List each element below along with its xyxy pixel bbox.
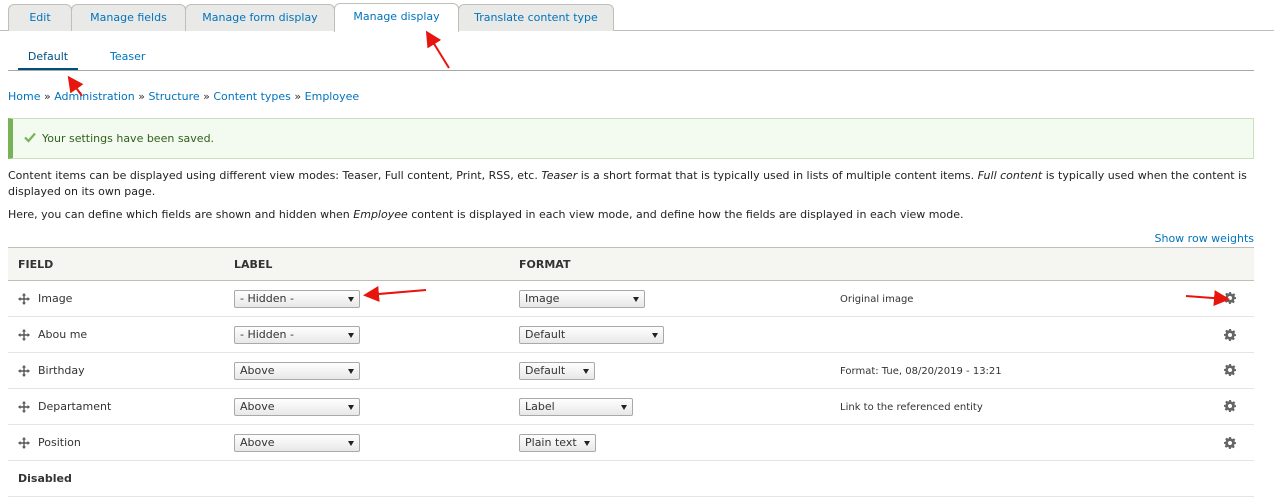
tab-manage-display[interactable]: Manage display (334, 3, 459, 32)
tab-manage-form-display[interactable]: Manage form display (185, 4, 335, 31)
breadcrumb-content-types[interactable]: Content types (213, 90, 291, 103)
breadcrumb: Home » Administration » Structure » Cont… (8, 90, 359, 103)
table-row: Position Above Plain text (8, 424, 1254, 461)
field-cell: Abou me (8, 316, 224, 353)
field-cell: Position (8, 424, 224, 461)
table-header-row: Field Label Format (8, 247, 1254, 281)
gear-icon[interactable] (1224, 364, 1236, 376)
format-summary: Format: Tue, 08/20/2019 - 13:21 (840, 366, 1002, 377)
table-row: Birthday Above Default Format: Tue, 08/2… (8, 352, 1254, 389)
move-cross-icon[interactable] (18, 293, 30, 305)
gear-icon[interactable] (1224, 292, 1236, 304)
format-cell: Plain text (509, 424, 830, 461)
label-select[interactable]: Above (234, 397, 360, 416)
header-field: Field (8, 247, 224, 281)
header-format: Format (509, 247, 830, 281)
secondary-tabs: Default Teaser (8, 46, 1254, 71)
label-cell: - Hidden - (224, 316, 509, 353)
field-name: Abou me (38, 328, 88, 341)
move-cross-icon[interactable] (18, 437, 30, 449)
show-row-weights-link[interactable]: Show row weights (1155, 232, 1255, 245)
view-modes-description: Content items can be displayed using dif… (8, 168, 1258, 200)
summary-cell: Link to the referenced entity (830, 388, 1254, 425)
move-cross-icon[interactable] (18, 401, 30, 413)
field-name: Position (38, 436, 81, 449)
checkmark-icon (24, 132, 36, 143)
label-select[interactable]: Above (234, 361, 360, 380)
format-cell: Default (509, 316, 830, 353)
format-select[interactable]: Default (519, 361, 595, 380)
summary-cell (830, 424, 1254, 461)
gear-icon[interactable] (1224, 400, 1236, 412)
breadcrumb-employee[interactable]: Employee (305, 90, 359, 103)
field-name: Image (38, 292, 73, 305)
label-cell: Above (224, 424, 509, 461)
move-cross-icon[interactable] (18, 329, 30, 341)
format-summary: Original image (840, 294, 914, 305)
tab-default[interactable]: Default (18, 50, 78, 70)
label-select[interactable]: Above (234, 433, 360, 452)
move-cross-icon[interactable] (18, 365, 30, 377)
field-cell: Departament (8, 388, 224, 425)
field-cell: Birthday (8, 352, 224, 389)
label-select[interactable]: - Hidden - (234, 325, 360, 344)
desc-text: is a short format that is typically used… (577, 169, 978, 182)
format-summary: Link to the referenced entity (840, 402, 983, 413)
status-message: Your settings have been saved. (8, 118, 1254, 159)
status-message-text: Your settings have been saved. (42, 132, 215, 145)
tab-manage-fields[interactable]: Manage fields (71, 4, 186, 31)
desc-text: Here, you can define which fields are sh… (8, 208, 354, 221)
tab-teaser[interactable]: Teaser (110, 50, 145, 63)
breadcrumb-administration[interactable]: Administration (54, 90, 135, 103)
breadcrumb-home[interactable]: Home (8, 90, 40, 103)
format-cell: Label (509, 388, 830, 425)
table-row: Abou me - Hidden - Default (8, 316, 1254, 353)
summary-cell: Format: Tue, 08/20/2019 - 13:21 (830, 352, 1254, 389)
desc-emphasis: Full content (977, 169, 1043, 182)
breadcrumb-separator: » (43, 90, 51, 103)
gear-icon[interactable] (1224, 328, 1236, 341)
header-label: Label (224, 247, 509, 281)
tab-edit[interactable]: Edit (8, 4, 72, 31)
summary-cell: Original image (830, 280, 1254, 317)
breadcrumb-structure[interactable]: Structure (148, 90, 199, 103)
breadcrumb-separator: » (294, 90, 302, 103)
tab-translate-content-type[interactable]: Translate content type (458, 4, 614, 31)
desc-emphasis: Employee (353, 208, 408, 221)
summary-cell (830, 316, 1254, 353)
format-select[interactable]: Plain text (519, 433, 596, 452)
disabled-region-row: Disabled (8, 460, 1254, 497)
format-select[interactable]: Default (519, 325, 664, 344)
field-cell: Image (8, 280, 224, 317)
desc-emphasis: Teaser (541, 169, 578, 182)
format-cell: Default (509, 352, 830, 389)
desc-text: Content items can be displayed using dif… (8, 169, 542, 182)
gear-icon[interactable] (1224, 436, 1236, 449)
label-cell: - Hidden - (224, 280, 509, 317)
format-select[interactable]: Label (519, 397, 633, 416)
breadcrumb-separator: » (203, 90, 210, 103)
table-row: Departament Above Label Link to the refe… (8, 388, 1254, 425)
table-row: Image - Hidden - Image Original image (8, 280, 1254, 317)
format-cell: Image (509, 280, 830, 317)
breadcrumb-separator: » (138, 90, 145, 103)
format-select[interactable]: Image (519, 289, 645, 308)
label-select[interactable]: - Hidden - (234, 289, 360, 308)
disabled-region-label: Disabled (8, 460, 1254, 497)
label-cell: Above (224, 352, 509, 389)
fields-table: Field Label Format Image - Hidden - Imag… (8, 247, 1254, 497)
desc-text: content is displayed in each view mode, … (407, 208, 964, 221)
primary-tabs: Edit Manage fields Manage form display M… (0, 0, 1274, 32)
label-cell: Above (224, 388, 509, 425)
field-name: Departament (38, 400, 112, 413)
header-summary (830, 247, 1254, 281)
field-name: Birthday (38, 364, 85, 377)
fields-description: Here, you can define which fields are sh… (8, 208, 964, 221)
